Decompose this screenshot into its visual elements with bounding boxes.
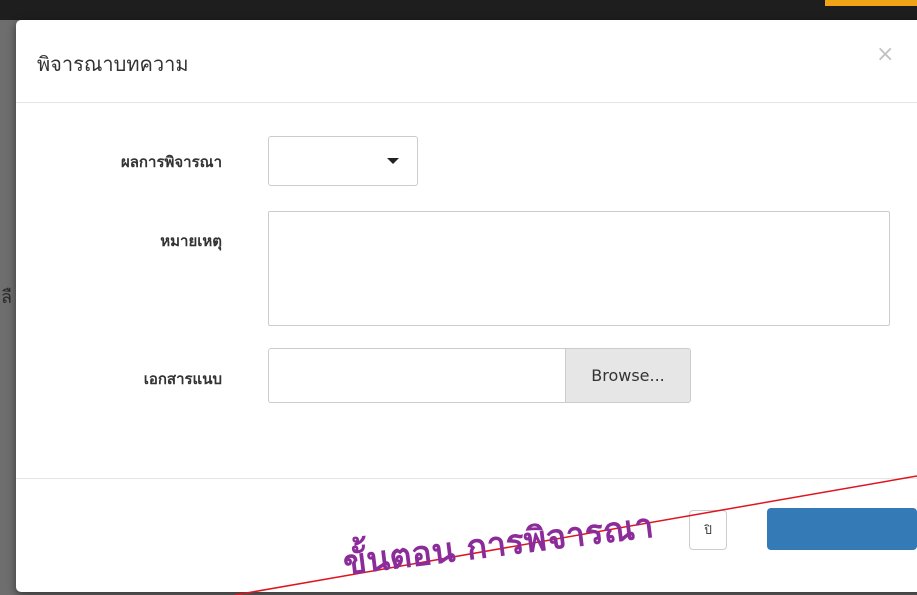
footer-divider xyxy=(16,478,917,479)
note-textarea[interactable] xyxy=(268,211,890,326)
result-select[interactable] xyxy=(268,136,418,186)
result-label: ผลการพิจารณา xyxy=(120,153,222,171)
note-label: หมายเหตุ xyxy=(160,232,222,250)
close-button[interactable]: ปิ xyxy=(689,510,727,550)
attachment-label: เอกสารแนบ xyxy=(143,370,222,388)
modal-title: พิจารณาบทความ xyxy=(37,52,189,76)
background-text-fragment: ลื xyxy=(1,287,13,308)
modal-header: พิจารณาบทความ × xyxy=(16,20,917,103)
chevron-down-icon xyxy=(387,158,399,164)
modal-backdrop: ลื xyxy=(0,20,16,595)
review-modal: พิจารณาบทความ × ผลการพิจารณา หมายเหตุ เอ… xyxy=(16,20,917,592)
close-icon[interactable]: × xyxy=(876,44,894,66)
app-topbar xyxy=(0,0,917,20)
browse-button[interactable]: Browse... xyxy=(565,348,691,403)
save-button[interactable] xyxy=(767,508,917,550)
topbar-accent xyxy=(825,0,917,6)
attachment-file-input[interactable] xyxy=(268,348,565,403)
